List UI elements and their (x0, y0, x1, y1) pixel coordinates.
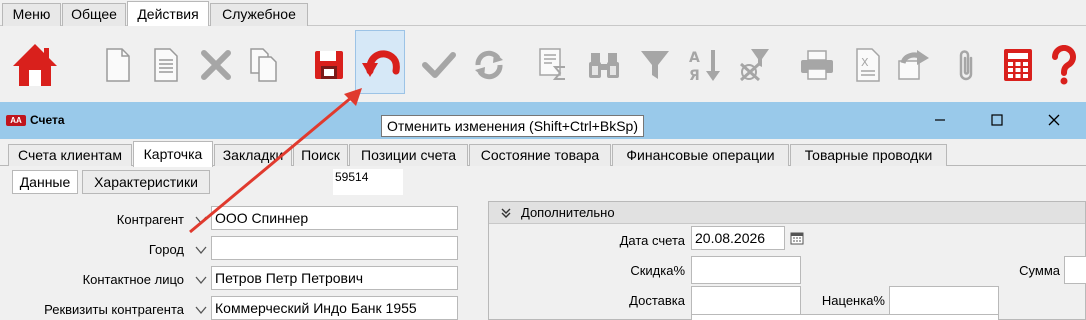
paperclip-icon (959, 50, 973, 81)
toolbar: A Я X (0, 26, 1086, 102)
close-icon (1048, 114, 1060, 126)
calculator-button[interactable] (996, 36, 1040, 94)
redo-arrow-icon (898, 50, 929, 80)
maximize-icon (991, 114, 1003, 126)
chevron-down-icon[interactable] (193, 302, 209, 318)
filter-icon (641, 51, 669, 79)
chevron-down-icon[interactable] (193, 272, 209, 288)
tab-card[interactable]: Карточка (133, 141, 213, 167)
calendar-icon[interactable] (790, 231, 804, 245)
new-document-icon (106, 48, 130, 82)
sum-icon (539, 48, 565, 80)
contractor-label: Контрагент (116, 212, 184, 227)
document-lines-icon (154, 48, 178, 82)
app-root: Меню Общее Действия Служебное A Я X AA С… (0, 0, 1086, 320)
print-icon (801, 50, 833, 80)
calculator-icon (1004, 49, 1032, 81)
tab-invoice-items[interactable]: Позиции счета (349, 144, 468, 166)
save-icon (315, 51, 343, 79)
edit-button[interactable] (144, 36, 188, 94)
minimize-icon (935, 119, 945, 121)
additional-panel-title: Дополнительно (521, 205, 615, 220)
menu-tab-service[interactable]: Служебное (210, 3, 308, 26)
main-tabs: Счета клиентам Карточка Закладки Поиск П… (0, 139, 1086, 167)
binoculars-icon (589, 53, 619, 78)
close-button[interactable] (1044, 110, 1064, 130)
undo-icon (362, 50, 400, 77)
sum-label: Сумма (1019, 263, 1060, 278)
find-button[interactable] (582, 36, 626, 94)
menu-bar: Меню Общее Действия Служебное (0, 0, 1086, 27)
tab-goods-state[interactable]: Состояние товара (469, 144, 611, 166)
clear-filter-icon (740, 49, 769, 82)
contact-person-label: Контактное лицо (82, 272, 184, 287)
maximize-button[interactable] (987, 110, 1007, 130)
invoice-date-field[interactable]: 20.08.2026 (691, 226, 785, 250)
clear-filter-button[interactable] (733, 36, 777, 94)
discount-label: Скидка% (630, 263, 685, 278)
svg-text:A: A (689, 50, 700, 66)
additional-panel-header[interactable]: Дополнительно (489, 202, 1085, 224)
markup-field[interactable] (889, 286, 999, 316)
chevron-down-icon[interactable] (193, 212, 209, 228)
tab-search[interactable]: Поиск (293, 144, 348, 166)
sort-icon: A Я (689, 50, 720, 83)
copy-icon (250, 48, 277, 82)
minimize-button[interactable] (930, 110, 950, 130)
requisites-label: Реквизиты контрагента (44, 302, 184, 317)
excel-button[interactable]: X (846, 36, 890, 94)
home-icon (13, 44, 57, 86)
city-field[interactable] (211, 236, 458, 260)
collapse-chevron-icon (501, 208, 511, 218)
sum-button[interactable] (531, 36, 575, 94)
svg-text:X: X (861, 56, 869, 69)
contact-person-field[interactable]: Петров Петр Петрович (211, 266, 458, 290)
delivery-field[interactable] (691, 286, 801, 316)
tab-client-invoices[interactable]: Счета клиентам (8, 144, 132, 166)
invoice-date-label: Дата счета (619, 233, 685, 248)
excel-export-icon: X (856, 48, 880, 82)
window-title: Счета (30, 113, 65, 127)
tab-characteristics[interactable]: Характеристики (82, 170, 210, 194)
chevron-down-icon[interactable] (193, 242, 209, 258)
attach-button[interactable] (945, 36, 989, 94)
home-button[interactable] (10, 36, 60, 94)
filter-button[interactable] (633, 36, 677, 94)
discount-field[interactable] (691, 256, 801, 284)
tab-finance-operations[interactable]: Финансовые операции (612, 144, 789, 166)
checkmark-icon (422, 52, 456, 78)
requisites-field[interactable]: Коммерческий Индо Банк 1955 (211, 296, 458, 320)
copy-button[interactable] (242, 36, 286, 94)
print-button[interactable] (795, 36, 839, 94)
menu-tab-general[interactable]: Общее (62, 3, 126, 26)
tab-bookmarks[interactable]: Закладки (214, 144, 292, 166)
menu-tab-menu[interactable]: Меню (2, 3, 61, 26)
apply-button[interactable] (417, 36, 461, 94)
help-icon (1051, 45, 1076, 85)
sort-button[interactable]: A Я (683, 36, 727, 94)
svg-text:Я: Я (689, 68, 700, 83)
tab-data[interactable]: Данные (12, 170, 78, 194)
markup-label: Наценка% (821, 293, 885, 308)
undo-tooltip: Отменить изменения (Shift+Ctrl+BkSp) (381, 115, 644, 137)
refresh-button[interactable] (467, 36, 511, 94)
tab-goods-entries[interactable]: Товарные проводки (790, 144, 947, 166)
new-button[interactable] (96, 36, 140, 94)
undo-button[interactable] (355, 30, 405, 94)
sub-tabs: Данные Характеристики (0, 167, 1086, 197)
delivery-label: Доставка (629, 293, 685, 308)
next-field[interactable] (691, 314, 999, 320)
help-button[interactable] (1042, 36, 1086, 94)
contractor-field[interactable]: ООО Спиннер (211, 206, 458, 230)
save-button[interactable] (307, 36, 351, 94)
menu-tab-actions[interactable]: Действия (127, 1, 209, 27)
delete-button[interactable] (194, 36, 238, 94)
sum-field[interactable] (1064, 256, 1086, 284)
forward-button[interactable] (891, 36, 935, 94)
app-logo: AA (6, 115, 26, 126)
document-number: 59514 (333, 169, 403, 195)
delete-x-icon (201, 50, 231, 80)
city-label: Город (148, 242, 184, 257)
refresh-icon (475, 50, 503, 80)
